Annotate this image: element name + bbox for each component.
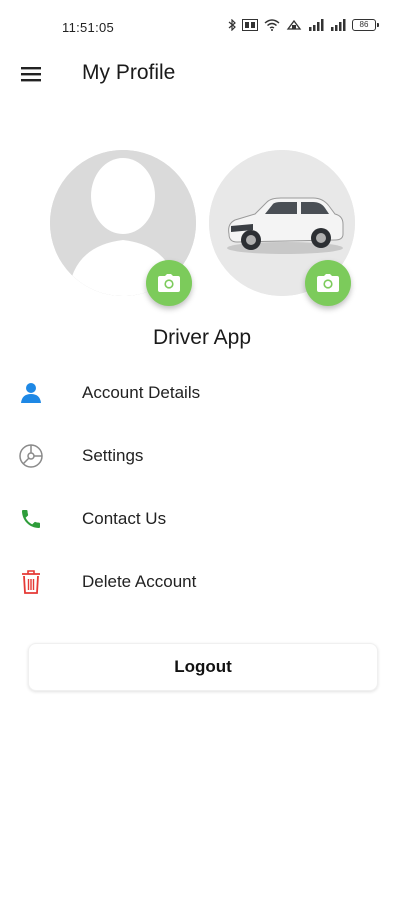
signal-icon — [309, 19, 324, 31]
battery-icon: 86 — [352, 19, 379, 31]
menu-item-label: Settings — [82, 446, 144, 465]
menu-item-label: Contact Us — [82, 509, 167, 528]
menu-item-settings[interactable]: Settings — [0, 423, 404, 486]
profile-camera-button[interactable] — [146, 260, 192, 306]
status-icons: 86 — [228, 19, 379, 31]
hamburger-icon — [21, 67, 41, 82]
settings-icon — [18, 443, 44, 469]
hamburger-menu-button[interactable] — [18, 62, 46, 86]
driver-name: Driver App — [152, 326, 252, 349]
app-bar: My Profile — [0, 52, 404, 96]
camera-icon — [158, 274, 180, 292]
vehicle-avatar — [209, 150, 355, 306]
battery-level: 86 — [359, 20, 369, 29]
hotspot-icon — [286, 19, 302, 30]
menu-item-delete-account[interactable]: Delete Account — [0, 549, 404, 612]
person-icon — [18, 380, 44, 406]
status-time: 11:51:05 — [62, 20, 115, 35]
trash-icon — [18, 569, 44, 595]
menu-item-label: Account Details — [82, 383, 201, 402]
status-bar: 11:51:05 86 — [0, 0, 404, 52]
logout-button[interactable]: Logout — [28, 643, 378, 691]
bluetooth-icon — [228, 19, 236, 31]
signal-icon-2 — [331, 19, 346, 31]
camera-icon — [317, 274, 339, 292]
page-title: My Profile — [82, 61, 176, 84]
phone-icon — [18, 506, 44, 532]
menu-item-contact-us[interactable]: Contact Us — [0, 486, 404, 549]
profile-avatar — [50, 150, 196, 306]
wifi-icon — [264, 19, 280, 31]
vehicle-camera-button[interactable] — [305, 260, 351, 306]
profile-menu: Account Details Settings Contact Us Dele… — [0, 360, 404, 612]
menu-item-account-details[interactable]: Account Details — [0, 360, 404, 423]
menu-item-label: Delete Account — [82, 572, 197, 591]
logout-label: Logout — [174, 657, 232, 676]
volte-icon — [242, 19, 258, 31]
